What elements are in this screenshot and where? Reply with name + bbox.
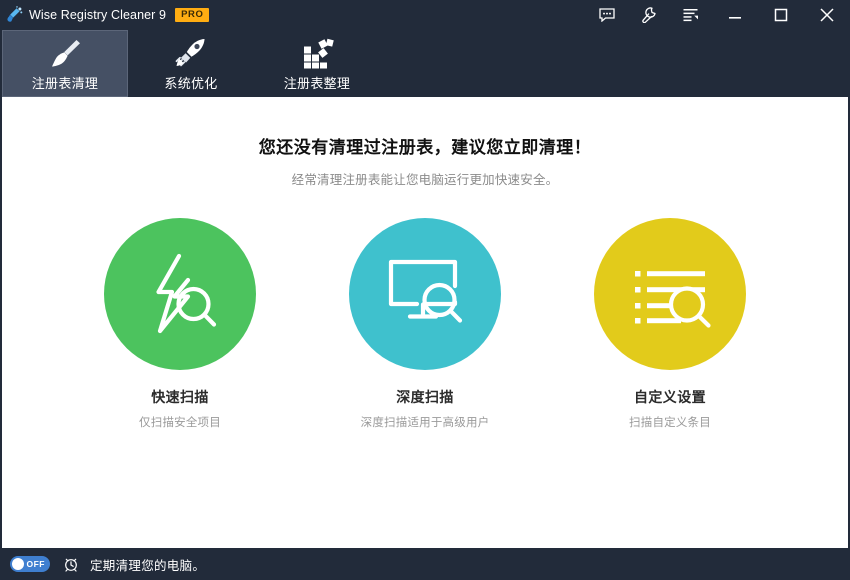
defrag-grid-icon [297, 37, 337, 71]
status-message: 定期清理您的电脑。 [90, 558, 206, 573]
option-deep-scan[interactable]: 深度扫描 深度扫描适用于高级用户 [338, 218, 513, 430]
minimize-icon[interactable] [712, 0, 758, 30]
option-custom-settings[interactable]: 自定义设置 扫描自定义条目 [583, 218, 758, 430]
pro-badge: PRO [175, 8, 210, 22]
app-window: Wise Registry Cleaner 9 PRO 注册表清理 系统优化 注… [0, 0, 850, 580]
quick-scan-circle[interactable] [104, 218, 256, 370]
window-title: Wise Registry Cleaner 9 [29, 8, 167, 22]
option-desc: 扫描自定义条目 [629, 417, 711, 429]
tab-registry-defrag[interactable]: 注册表整理 [254, 30, 380, 97]
menu-icon[interactable] [670, 0, 712, 30]
feedback-icon[interactable] [586, 0, 628, 30]
tools-wrench-icon[interactable] [628, 0, 670, 30]
option-desc: 深度扫描适用于高级用户 [360, 417, 490, 429]
maximize-icon[interactable] [758, 0, 804, 30]
toggle-knob [12, 558, 24, 570]
titlebar[interactable]: Wise Registry Cleaner 9 PRO [0, 0, 850, 30]
scan-options: 快速扫描 仅扫描安全项目 深度扫描 深度扫描适用于高级用户 自定义设置 扫描自定… [2, 218, 848, 430]
tab-label: 注册表整理 [283, 76, 351, 91]
option-title: 自定义设置 [634, 389, 706, 405]
monitor-search-icon [388, 259, 463, 323]
tab-registry-cleaner[interactable]: 注册表清理 [2, 30, 128, 97]
page-title: 您还没有清理过注册表，建议您立即清理！ [258, 138, 592, 157]
deep-scan-circle[interactable] [349, 218, 501, 370]
list-search-icon [635, 271, 711, 328]
option-quick-scan[interactable]: 快速扫描 仅扫描安全项目 [93, 218, 268, 430]
close-icon[interactable] [804, 0, 850, 30]
lightning-search-icon [156, 253, 217, 334]
alarm-clock-icon [63, 556, 79, 572]
broom-icon [45, 37, 85, 71]
schedule-toggle[interactable]: OFF [10, 556, 50, 572]
tab-label: 系统优化 [164, 76, 218, 91]
option-desc: 仅扫描安全项目 [139, 417, 221, 429]
custom-settings-circle[interactable] [594, 218, 746, 370]
tab-label: 注册表清理 [31, 76, 99, 91]
app-logo-icon [5, 6, 23, 24]
page-subtitle: 经常清理注册表能让您电脑运行更加快速安全。 [291, 173, 559, 187]
status-bar: OFF 定期清理您的电脑。 [0, 548, 850, 580]
rocket-icon [171, 37, 211, 71]
option-title: 深度扫描 [396, 389, 454, 405]
titlebar-buttons [586, 0, 850, 30]
toggle-state-label: OFF [26, 558, 45, 569]
tab-bar: 注册表清理 系统优化 注册表整理 [0, 30, 850, 97]
option-title: 快速扫描 [151, 389, 209, 405]
tab-system-optimize[interactable]: 系统优化 [128, 30, 254, 97]
main-content: 您还没有清理过注册表，建议您立即清理！ 经常清理注册表能让您电脑运行更加快速安全… [0, 97, 850, 548]
